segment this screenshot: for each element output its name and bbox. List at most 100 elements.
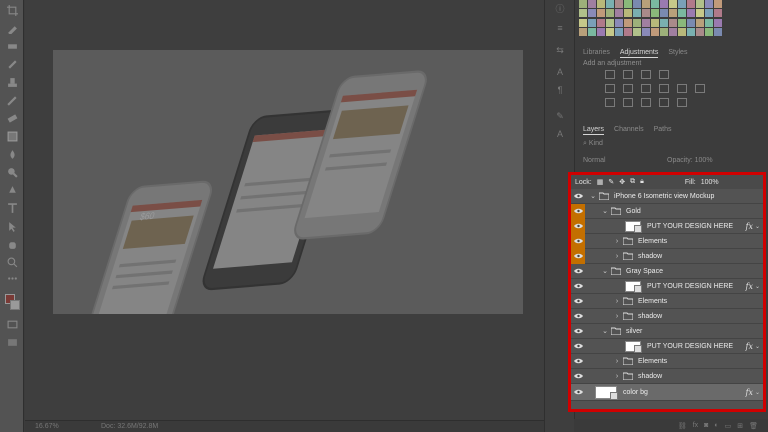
layer-row[interactable]: ⌄ iPhone 6 Isometric view Mockup [571,189,763,204]
layer-name[interactable]: shadow [638,253,662,260]
effects-toggle-icon[interactable]: ⌄ [755,343,760,350]
tab-styles[interactable]: Styles [668,47,687,58]
levels-adjustment-icon[interactable] [623,70,633,79]
layer-row[interactable]: › Elements [571,233,763,249]
layer-row[interactable]: › shadow [571,309,763,324]
background-color-swatch[interactable] [10,300,20,310]
quick-mask-icon[interactable] [5,318,19,330]
layer-row[interactable]: PUT YOUR DESIGN HERE fx ⌄ [571,279,763,294]
layer-name[interactable]: color bg [623,389,648,396]
tab-layers[interactable]: Layers [583,124,605,135]
canvas-area[interactable]: $60 [25,0,544,420]
link-layers-icon[interactable]: ⛓ [678,422,687,430]
layer-name[interactable]: Gray Space [626,268,663,275]
zoom-tool-icon[interactable] [5,256,19,268]
layer-effects-icon[interactable]: fx [746,342,753,351]
layer-name[interactable]: Elements [638,298,667,305]
visibility-eye-icon[interactable] [571,233,585,249]
layer-row[interactable]: ⌄ Gold [571,203,763,219]
layer-row[interactable]: › Elements [571,294,763,309]
zoom-level[interactable]: 16.67% [35,423,59,430]
layer-name[interactable]: PUT YOUR DESIGN HERE [647,343,733,350]
layer-effects-icon[interactable]: fx [746,388,753,397]
visibility-eye-icon[interactable] [571,218,585,234]
blend-mode-dropdown[interactable]: Normal [583,157,606,164]
layer-row[interactable]: color bg fx ⌄ [571,384,763,401]
lock-pixels-icon[interactable]: ▦ [597,178,604,186]
eyedropper-tool-icon[interactable] [5,22,19,34]
layer-effects-icon[interactable]: fx [746,282,753,291]
path-selection-tool-icon[interactable] [5,220,19,232]
layer-row[interactable]: PUT YOUR DESIGN HERE fx ⌄ [571,339,763,354]
tab-libraries[interactable]: Libraries [583,47,610,58]
eraser-tool-icon[interactable] [5,112,19,124]
chevron-down-icon[interactable]: ⌄ [601,207,609,215]
visibility-eye-icon[interactable] [571,189,585,204]
curves-adjustment-icon[interactable] [641,70,651,79]
lock-all-icon[interactable]: 🔒︎ [640,178,644,186]
chevron-right-icon[interactable]: › [613,298,621,305]
chevron-right-icon[interactable]: › [613,373,621,380]
exposure-adjustment-icon[interactable] [659,70,669,79]
stamp-tool-icon[interactable] [5,76,19,88]
properties-icon[interactable]: ≡ [554,22,566,34]
layer-name[interactable]: Gold [626,208,641,215]
visibility-eye-icon[interactable] [571,203,585,219]
delete-layer-icon[interactable]: 🗑︎ [749,422,758,430]
layer-name[interactable]: iPhone 6 Isometric view Mockup [614,193,714,200]
vibrance-adjustment-icon[interactable] [605,84,615,93]
layer-name[interactable]: shadow [638,313,662,320]
document-canvas[interactable]: $60 [53,50,523,314]
chevron-right-icon[interactable]: › [613,238,621,245]
visibility-eye-icon[interactable] [571,309,585,324]
color-balance-adjustment-icon[interactable] [641,84,651,93]
visibility-eye-icon[interactable] [571,385,585,400]
gradient-tool-icon[interactable] [5,130,19,142]
chevron-right-icon[interactable]: › [613,253,621,260]
chevron-right-icon[interactable]: › [613,313,621,320]
selective-color-adjustment-icon[interactable] [659,98,669,107]
layer-row[interactable]: ⌄ Gray Space [571,264,763,279]
blur-tool-icon[interactable] [5,148,19,160]
layer-name[interactable]: Elements [638,358,667,365]
layer-name[interactable]: PUT YOUR DESIGN HERE [647,283,733,290]
posterize-adjustment-icon[interactable] [623,98,633,107]
hand-tool-icon[interactable] [5,238,19,250]
layer-row[interactable]: › shadow [571,248,763,264]
crop-tool-icon[interactable] [5,4,19,16]
lock-position-icon[interactable]: ✥ [619,178,625,186]
layer-name[interactable]: Elements [638,238,667,245]
layer-mask-icon[interactable]: ◙ [704,422,708,429]
brightness-adjustment-icon[interactable] [605,70,615,79]
more-tools-icon[interactable] [5,272,19,284]
lock-paint-icon[interactable]: ✎ [608,178,614,186]
swatches-panel[interactable] [579,0,765,36]
new-layer-icon[interactable]: ⊞ [737,422,743,430]
black-white-adjustment-icon[interactable] [659,84,669,93]
tab-channels[interactable]: Channels [614,124,644,135]
pen-tool-icon[interactable] [5,184,19,196]
layer-row[interactable]: › Elements [571,354,763,369]
opacity-value[interactable]: 100% [695,157,713,164]
chevron-down-icon[interactable]: ⌄ [601,267,609,275]
visibility-eye-icon[interactable] [571,354,585,369]
layer-style-icon[interactable]: fx [693,422,698,429]
character-icon[interactable]: A [554,66,566,78]
effects-toggle-icon[interactable]: ⌄ [755,389,760,396]
layer-effects-icon[interactable]: fx [746,222,753,231]
info-icon[interactable]: ⓘ [554,2,566,14]
channel-mixer-adjustment-icon[interactable] [695,84,705,93]
photo-filter-adjustment-icon[interactable] [677,84,687,93]
lock-artboard-icon[interactable]: ⧉ [630,178,635,186]
layer-row[interactable]: PUT YOUR DESIGN HERE fx ⌄ [571,218,763,234]
visibility-eye-icon[interactable] [571,324,585,339]
opacity-control[interactable]: Opacity: 100% [667,157,713,164]
fill-value[interactable]: 100% [701,179,719,186]
visibility-eye-icon[interactable] [571,264,585,279]
tab-adjustments[interactable]: Adjustments [619,47,659,58]
glyph-icon[interactable]: A [554,128,566,140]
visibility-eye-icon[interactable] [571,294,585,309]
visibility-eye-icon[interactable] [571,339,585,354]
chevron-down-icon[interactable]: ⌄ [589,192,597,200]
visibility-eye-icon[interactable] [571,279,585,294]
